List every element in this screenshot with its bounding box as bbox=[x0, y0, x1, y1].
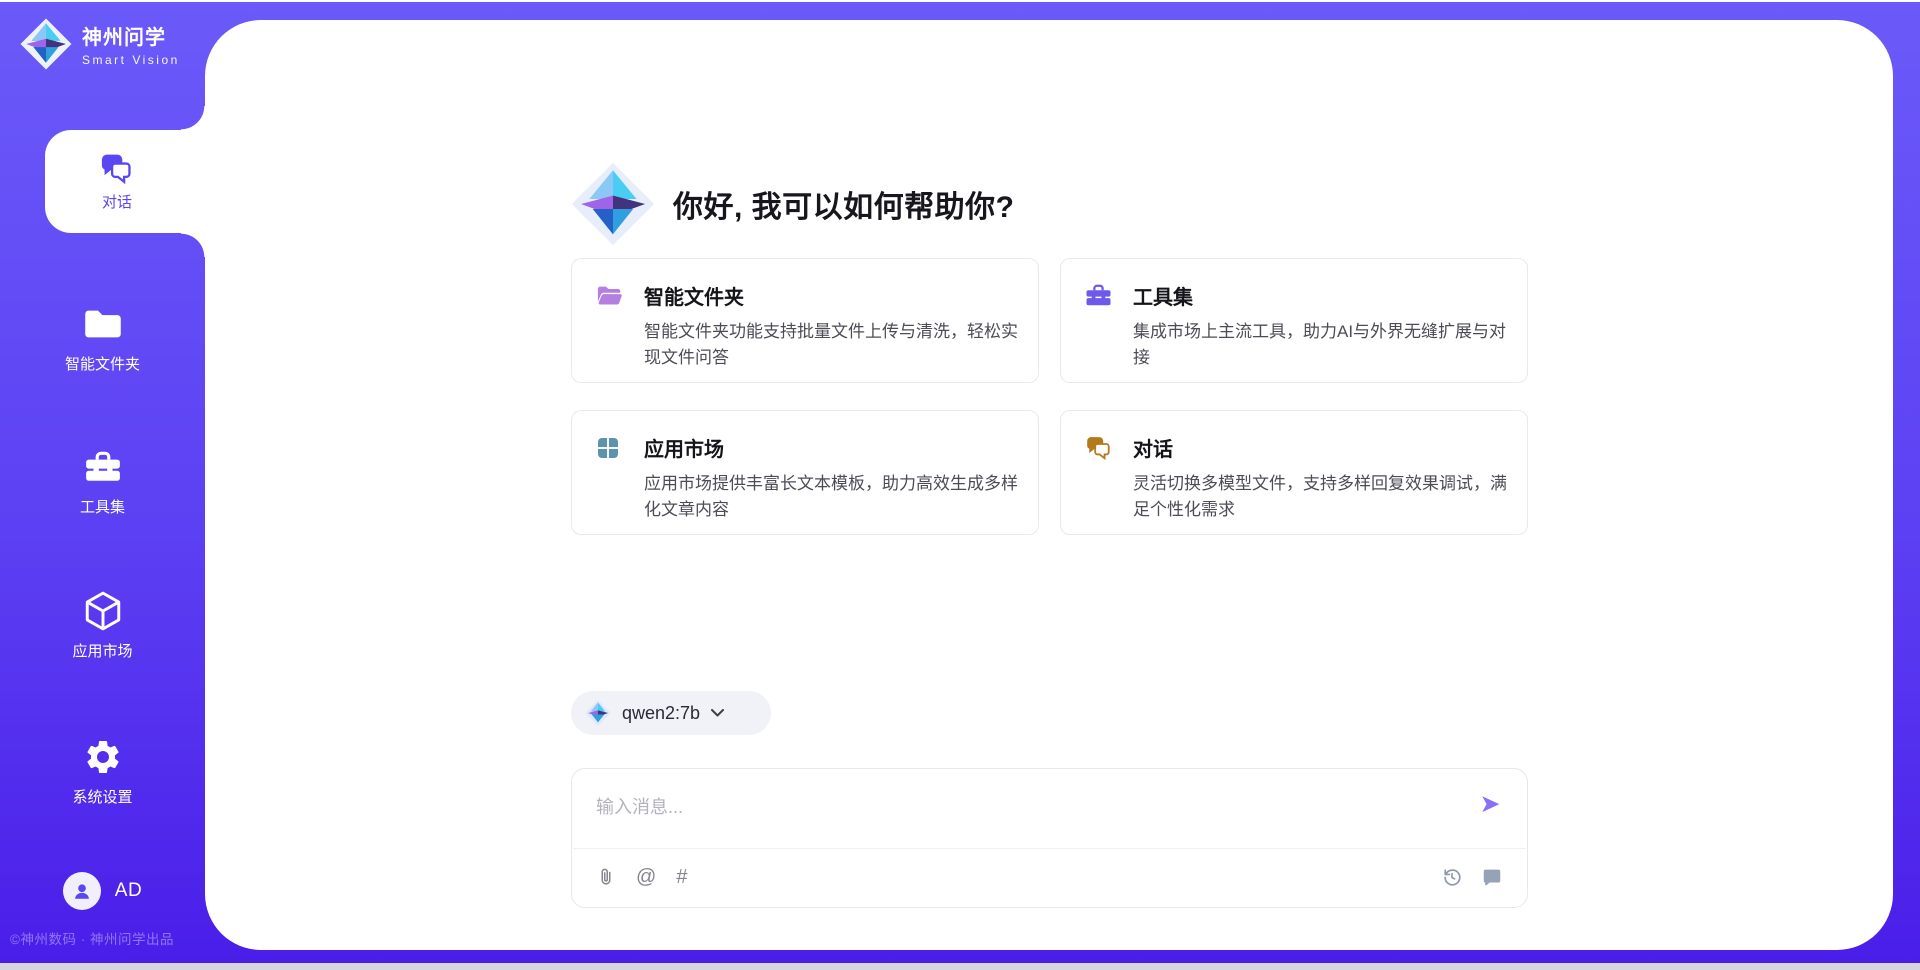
at-icon: @ bbox=[636, 866, 656, 889]
top-edge bbox=[0, 0, 1920, 2]
message-input[interactable] bbox=[596, 787, 1456, 827]
composer-divider bbox=[573, 848, 1526, 849]
send-button[interactable]: ➤ bbox=[1475, 789, 1505, 819]
topic-button[interactable]: # bbox=[676, 864, 687, 890]
greeting-block: 你好, 我可以如何帮助你? bbox=[571, 162, 1015, 246]
person-icon bbox=[71, 880, 93, 902]
card-title: 智能文件夹 bbox=[644, 281, 744, 310]
hash-icon: # bbox=[676, 866, 687, 889]
sidebar-item-settings[interactable]: 系统设置 bbox=[0, 737, 205, 807]
history-icon bbox=[1441, 866, 1463, 888]
assistant-logo-icon bbox=[571, 162, 655, 246]
conversation-button[interactable] bbox=[1481, 864, 1503, 890]
card-description: 智能文件夹功能支持批量文件上传与清洗，轻松实现文件问答 bbox=[644, 319, 1034, 371]
grid-icon bbox=[596, 435, 624, 461]
sidebar-item-smart-folder[interactable]: 智能文件夹 bbox=[0, 304, 205, 374]
paperclip-icon bbox=[596, 866, 616, 888]
feature-cards: 智能文件夹 智能文件夹功能支持批量文件上传与清洗，轻松实现文件问答 bbox=[571, 258, 1528, 535]
comment-icon bbox=[1481, 866, 1503, 888]
chat-icon bbox=[99, 152, 135, 184]
brand-name: 神州问学 bbox=[82, 21, 180, 50]
card-chat[interactable]: 对话 灵活切换多模型文件，支持多样回复效果调试，满足个性化需求 bbox=[1060, 410, 1528, 535]
copyright-footer: ©神州数码 · 神州问学出品 bbox=[10, 928, 205, 948]
card-toolset[interactable]: 工具集 集成市场上主流工具，助力AI与外界无缝扩展与对接 bbox=[1060, 258, 1528, 383]
brand-text: 神州问学 Smart Vision bbox=[82, 21, 180, 67]
active-tab-curve-bottom bbox=[181, 233, 205, 257]
card-title: 对话 bbox=[1133, 433, 1173, 462]
card-title: 应用市场 bbox=[644, 433, 724, 462]
chevron-down-icon bbox=[711, 709, 724, 717]
sidebar-item-toolset[interactable]: 工具集 bbox=[0, 447, 205, 517]
sidebar-item-chat[interactable]: 对话 bbox=[45, 130, 205, 233]
card-description: 灵活切换多模型文件，支持多样回复效果调试，满足个性化需求 bbox=[1133, 471, 1523, 523]
greeting-title: 你好, 我可以如何帮助你? bbox=[673, 182, 1015, 226]
sidebar-item-label: 对话 bbox=[102, 191, 132, 212]
brand-subtitle: Smart Vision bbox=[82, 53, 180, 67]
card-smart-folder[interactable]: 智能文件夹 智能文件夹功能支持批量文件上传与清洗，轻松实现文件问答 bbox=[571, 258, 1039, 383]
user-chip[interactable]: AD bbox=[0, 872, 205, 910]
sidebar: 神州问学 Smart Vision 对话 智能文件夹 bbox=[0, 0, 205, 970]
sidebar-item-app-market[interactable]: 应用市场 bbox=[0, 591, 205, 661]
sidebar-item-label: 系统设置 bbox=[72, 786, 132, 807]
toolbox-icon bbox=[1085, 283, 1113, 309]
gear-icon bbox=[83, 737, 123, 777]
card-description: 应用市场提供丰富长文本模板，助力高效生成多样化文章内容 bbox=[644, 471, 1034, 523]
model-logo-icon bbox=[585, 700, 611, 726]
brand-logo-icon bbox=[20, 18, 72, 70]
message-composer: ➤ @ # bbox=[571, 768, 1528, 908]
card-description: 集成市场上主流工具，助力AI与外界无缝扩展与对接 bbox=[1133, 319, 1523, 371]
composer-tools-right bbox=[1441, 864, 1503, 890]
mention-button[interactable]: @ bbox=[636, 864, 656, 890]
toolbox-icon bbox=[84, 447, 122, 487]
card-title: 工具集 bbox=[1133, 281, 1193, 310]
bottom-edge bbox=[0, 963, 1920, 970]
sidebar-item-label: 工具集 bbox=[80, 496, 125, 517]
composer-tools-left: @ # bbox=[596, 864, 687, 890]
sidebar-item-label: 智能文件夹 bbox=[65, 353, 140, 374]
user-initials: AD bbox=[115, 880, 142, 902]
history-button[interactable] bbox=[1441, 864, 1463, 890]
attach-file-button[interactable] bbox=[596, 864, 616, 890]
model-selector[interactable]: qwen2:7b bbox=[571, 691, 771, 735]
folder-icon bbox=[83, 304, 123, 344]
chat-icon bbox=[1085, 435, 1113, 461]
brand: 神州问学 Smart Vision bbox=[20, 18, 180, 70]
active-tab-curve-top bbox=[181, 106, 205, 130]
sidebar-item-label: 应用市场 bbox=[72, 640, 132, 661]
folder-open-icon bbox=[596, 283, 624, 309]
model-name: qwen2:7b bbox=[622, 703, 700, 724]
app-root: 神州问学 Smart Vision 对话 智能文件夹 bbox=[0, 0, 1920, 970]
card-app-market[interactable]: 应用市场 应用市场提供丰富长文本模板，助力高效生成多样化文章内容 bbox=[571, 410, 1039, 535]
main-panel: 你好, 我可以如何帮助你? 智能文件夹 智能文件夹功能支持批量文件 bbox=[205, 20, 1893, 950]
avatar bbox=[63, 872, 101, 910]
cube-icon bbox=[84, 591, 122, 631]
